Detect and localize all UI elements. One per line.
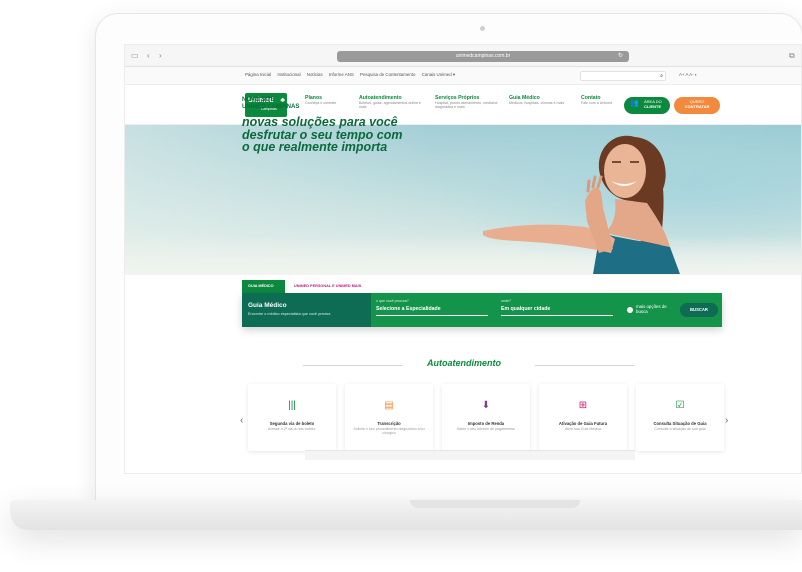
forward-icon[interactable]: › (159, 51, 162, 60)
card-segunda-via-boleto[interactable]: ||| Segunda via de boleto Acesse a 2ª vi… (248, 384, 336, 451)
specialty-label: o que você procura? (376, 299, 409, 303)
specialty-select[interactable]: o que você procura? Selecione a Especial… (376, 299, 488, 316)
accessibility-controls[interactable]: A+ A A- ◐ (679, 72, 697, 77)
more-options-link[interactable]: mais opções de busca (636, 304, 670, 314)
city-label: onde? (501, 299, 511, 303)
screen: ▭ ‹ › unimedcampinas.com.br ↻ ⧉ Página I… (124, 44, 802, 474)
laptop-base (10, 500, 802, 530)
monitor-plus-icon: ⊞ (578, 400, 588, 411)
util-link-ans[interactable]: Informe ANS (329, 72, 354, 77)
city-value: Em qualquer cidade (501, 306, 551, 312)
hero-headline: novas soluções para você desfrutar o seu… (242, 115, 403, 154)
util-link-survey[interactable]: Pesquisa de Contentamento (360, 72, 415, 77)
search-input[interactable]: ⌕ (580, 71, 666, 81)
client-big-label: CLIENTE (644, 103, 662, 109)
nav-desc: Fale com a Unimed (581, 101, 613, 105)
util-link-channels[interactable]: Canais Unimed ▾ (422, 72, 455, 77)
reload-icon[interactable]: ↻ (618, 51, 623, 62)
autoatendimento-title: Autoatendimento (427, 358, 501, 368)
card-desc: Ative sua Guia Médica (565, 427, 601, 431)
card-desc: Baixe o seu informe de pagamentos (457, 427, 515, 431)
tab-guia-medico[interactable]: GUIA MÉDICO (242, 280, 285, 293)
hero-kicker-line2: UNIMED CAMPINAS (242, 104, 300, 110)
search-panel: Guia Médico Encontre o médico especialis… (242, 293, 722, 327)
hero-woman-image (483, 135, 680, 274)
nav-desc: Médicos, hospitais, clínicas e mais (509, 101, 565, 105)
back-icon[interactable]: ‹ (147, 51, 150, 60)
nav-desc: Hospital, pronto atendimento, medicina d… (435, 101, 498, 110)
card-imposto-renda[interactable]: ⬇ Imposto de Renda Baixe o seu informe d… (442, 384, 530, 451)
monitor-check-icon: ☑ (675, 400, 685, 411)
address-bar[interactable]: unimedcampinas.com.br ↻ (337, 51, 629, 62)
nav-item-contato[interactable]: Contato Fale com a Unimed (581, 95, 621, 105)
card-desc: Solicite o seu procedimento diagnóstico … (353, 427, 425, 436)
card-title: Segunda via de boleto (269, 421, 315, 426)
download-icon: ⬇ (481, 400, 491, 411)
card-title: Imposto de Renda (467, 421, 505, 426)
browser-toolbar: ▭ ‹ › unimedcampinas.com.br ↻ ⧉ (125, 45, 801, 67)
card-title: Transcrição (377, 421, 401, 426)
tab-unimed-personal[interactable]: UNIMED PERSONAL E UNIMED MAIS (288, 280, 408, 293)
carousel-next-icon[interactable]: › (725, 415, 728, 426)
contract-big-label: CONTRATAR (684, 103, 710, 109)
client-area-button[interactable]: 👥 ÁREA DO CLIENTE (624, 97, 670, 114)
contract-button[interactable]: QUERO CONTRATAR (674, 97, 720, 114)
util-link-institutional[interactable]: Institucional (277, 72, 300, 77)
card-desc: Consulte a situação de sua guia (654, 427, 706, 431)
hero-copy: NOVO SITE UNIMED CAMPINAS novas soluções… (242, 97, 402, 154)
document-icon: ▤ (384, 400, 394, 411)
camera (480, 26, 485, 31)
divider-right (535, 365, 635, 366)
search-subtitle: Encontre o médico especialista que você … (248, 312, 331, 316)
search-title: Guia Médico (248, 302, 287, 309)
city-select[interactable]: onde? Em qualquer cidade (501, 299, 613, 316)
card-title: Ativação de Guia Futura (558, 421, 608, 426)
carousel-tray (305, 450, 635, 460)
card-title: Consulta Situação de Guia (653, 421, 707, 426)
url-text: unimedcampinas.com.br (455, 53, 511, 59)
card-consulta-guia[interactable]: ☑ Consulta Situação de Guia Consulte a s… (636, 384, 724, 451)
search-icon[interactable]: ⌕ (660, 73, 663, 79)
card-desc: Acesse a 2ª via do seu boleto. (267, 427, 317, 431)
nav-item-servicos[interactable]: Serviços Próprios Hospital, pronto atend… (435, 95, 501, 110)
main-header: Unimed ♣ Campinas Planos Conheça e contr… (125, 85, 801, 125)
barcode-icon: ||| (288, 400, 296, 411)
hero-kicker-line1: NOVO SITE (242, 97, 275, 103)
card-transcricao[interactable]: ▤ Transcrição Solicite o seu procediment… (345, 384, 433, 451)
nav-item-guia-medico[interactable]: Guia Médico Médicos, hospitais, clínicas… (509, 95, 575, 105)
more-options-radio[interactable] (627, 307, 633, 313)
search-panel-intro: Guia Médico Encontre o médico especialis… (242, 293, 371, 327)
sidebar-icon[interactable]: ▭ (131, 51, 139, 60)
share-icon[interactable]: ⧉ (789, 51, 795, 61)
laptop-notch (410, 500, 580, 508)
util-link-news[interactable]: Notícias (307, 72, 323, 77)
utility-nav: Página Inicial Institucional Notícias In… (125, 67, 801, 85)
card-ativacao-guia[interactable]: ⊞ Ativação de Guia Futura Ative sua Guia… (539, 384, 627, 451)
specialty-value: Selecione a Especialidade (376, 306, 441, 312)
carousel-prev-icon[interactable]: ‹ (240, 415, 243, 426)
util-link-home[interactable]: Página Inicial (245, 72, 271, 77)
search-button[interactable]: BUSCAR (680, 303, 718, 317)
users-icon: 👥 (630, 100, 639, 107)
